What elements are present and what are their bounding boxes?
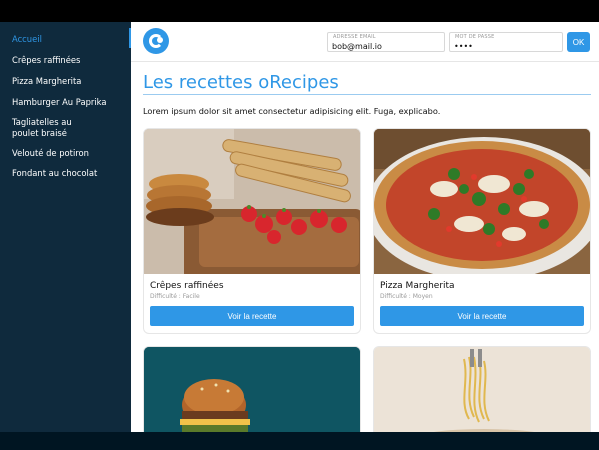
crepes-illustration <box>144 129 360 274</box>
orecipes-logo-icon[interactable] <box>143 28 169 54</box>
sidebar-item-hamburger[interactable]: Hamburger Au Paprika <box>0 97 119 108</box>
recipe-card-pizza: Pizza Margherita Difficulté : Moyen Voir… <box>373 128 591 334</box>
password-field: MOT DE PASSE <box>449 32 563 52</box>
recipe-card-tagliatelles <box>373 346 591 432</box>
password-label: MOT DE PASSE <box>455 34 495 40</box>
card-title: Pizza Margherita <box>380 281 455 291</box>
hamburger-image <box>144 347 360 432</box>
card-difficulty: Difficulté : Facile <box>150 293 200 300</box>
logo-dot-shape <box>157 37 163 43</box>
ok-button[interactable]: OK <box>567 32 590 52</box>
recipe-card-hamburger <box>143 346 361 432</box>
crepes-image <box>144 129 360 274</box>
page-title: Les recettes oRecipes <box>143 72 339 93</box>
view-recipe-button[interactable]: Voir la recette <box>150 306 354 326</box>
sidebar-item-accueil[interactable]: Accueil <box>0 34 54 45</box>
bottom-bar <box>0 432 599 450</box>
card-title: Crêpes raffinées <box>150 281 224 291</box>
tagliatelles-image <box>374 347 590 432</box>
sidebar-item-veloute[interactable]: Velouté de potiron <box>0 148 101 159</box>
sidebar-item-crepes[interactable]: Crêpes raffinées <box>0 55 92 66</box>
hamburger-illustration <box>144 347 360 432</box>
pizza-image <box>374 129 590 274</box>
email-input[interactable] <box>332 41 440 51</box>
card-difficulty: Difficulté : Moyen <box>380 293 433 300</box>
recipe-card-crepes: Crêpes raffinées Difficulté : Facile Voi… <box>143 128 361 334</box>
sidebar-item-pizza[interactable]: Pizza Margherita <box>0 76 93 87</box>
tagliatelles-illustration <box>374 347 590 432</box>
sidebar-item-tagliatelles[interactable]: Tagliatelles au poulet braisé <box>0 117 110 139</box>
email-field: ADRESSE EMAIL <box>327 32 445 52</box>
view-recipe-button[interactable]: Voir la recette <box>380 306 584 326</box>
main-content: ADRESSE EMAIL MOT DE PASSE OK Les recett… <box>131 22 599 432</box>
sidebar: Accueil Crêpes raffinées Pizza Margherit… <box>0 22 131 432</box>
header: ADRESSE EMAIL MOT DE PASSE OK <box>131 22 599 62</box>
intro-text: Lorem ipsum dolor sit amet consectetur a… <box>143 106 441 116</box>
title-divider <box>143 94 591 95</box>
pizza-illustration <box>374 129 590 274</box>
top-black-bar <box>0 0 599 22</box>
sidebar-item-fondant[interactable]: Fondant au chocolat <box>0 168 109 179</box>
password-input[interactable] <box>454 41 558 51</box>
email-label: ADRESSE EMAIL <box>333 34 376 40</box>
